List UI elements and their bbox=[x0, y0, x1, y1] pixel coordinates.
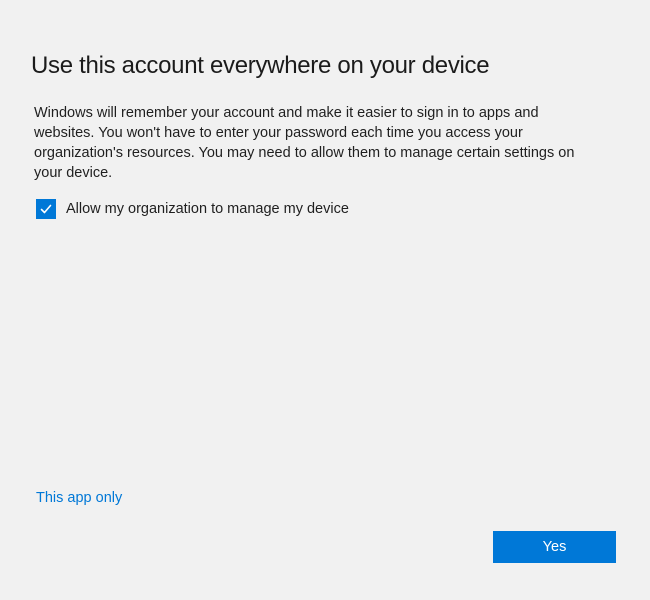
this-app-only-link[interactable]: This app only bbox=[36, 490, 122, 506]
allow-manage-checkbox-row[interactable]: Allow my organization to manage my devic… bbox=[36, 199, 349, 219]
yes-button[interactable]: Yes bbox=[493, 531, 616, 563]
allow-manage-checkbox-label: Allow my organization to manage my devic… bbox=[66, 199, 349, 219]
page-title: Use this account everywhere on your devi… bbox=[31, 52, 489, 80]
dialog-description: Windows will remember your account and m… bbox=[34, 103, 634, 183]
checkmark-icon bbox=[39, 202, 53, 216]
allow-manage-checkbox[interactable] bbox=[36, 199, 56, 219]
account-everywhere-dialog: Use this account everywhere on your devi… bbox=[0, 0, 650, 600]
